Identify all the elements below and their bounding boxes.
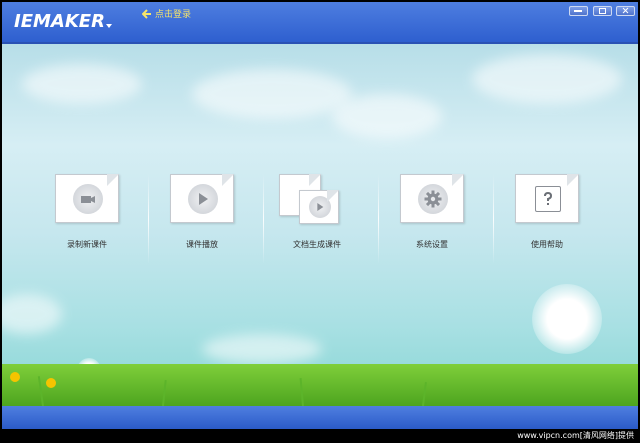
divider: [148, 174, 149, 264]
help-card: [515, 174, 579, 223]
play-icon: [188, 184, 218, 214]
watermark-text: www.vipcn.com[清风网络]提供: [517, 431, 634, 440]
document-label: 文档生成课件: [293, 240, 341, 249]
cloud: [22, 64, 142, 104]
record-icon: [73, 184, 103, 214]
settings-label: 系统设置: [416, 240, 448, 249]
play-label: 课件播放: [186, 240, 218, 249]
record-new-courseware-button[interactable]: 录制新课件: [37, 174, 137, 264]
app-logo: IEMAKER: [14, 11, 105, 32]
system-settings-button[interactable]: 系统设置: [382, 174, 482, 264]
document-to-courseware-button[interactable]: 文档生成课件: [267, 174, 367, 264]
logo-dropdown-icon[interactable]: [106, 24, 112, 28]
grass-ground: [2, 364, 638, 406]
login-link[interactable]: 点击登录: [142, 7, 191, 20]
dandelion-image: [532, 284, 602, 354]
settings-card: [400, 174, 464, 223]
cloud: [332, 94, 442, 139]
yellow-flower: [10, 372, 20, 382]
cloud: [202, 334, 322, 364]
help-icon: [535, 186, 561, 212]
divider: [263, 174, 264, 264]
close-button[interactable]: [616, 6, 635, 16]
main-menu: 录制新课件 课件播放 文档生成课件 系统设置 使用帮助: [37, 174, 597, 264]
arrow-left-icon: [142, 8, 151, 19]
cloud: [472, 54, 622, 104]
cloud: [2, 294, 62, 334]
divider: [378, 174, 379, 264]
title-bar: IEMAKER 点击登录: [2, 2, 638, 44]
record-label: 录制新课件: [67, 240, 107, 249]
main-area: 录制新课件 课件播放 文档生成课件 系统设置 使用帮助: [2, 44, 638, 406]
help-button[interactable]: 使用帮助: [497, 174, 597, 264]
minimize-button[interactable]: [569, 6, 588, 16]
cloud: [192, 69, 352, 119]
record-card: [55, 174, 119, 223]
divider: [493, 174, 494, 264]
app-window: IEMAKER 点击登录 录制新课件 课件播放 文档生成课件 系统设置 使用帮助: [2, 2, 638, 429]
play-card: [170, 174, 234, 223]
courseware-play-button[interactable]: 课件播放: [152, 174, 252, 264]
maximize-button[interactable]: [593, 6, 612, 16]
yellow-flower: [46, 378, 56, 388]
status-bar: [2, 406, 638, 429]
login-label: 点击登录: [155, 10, 192, 20]
document-card-front: [299, 190, 339, 224]
gear-icon: [418, 184, 448, 214]
document-convert-icon: [309, 196, 331, 218]
help-label: 使用帮助: [531, 240, 563, 249]
